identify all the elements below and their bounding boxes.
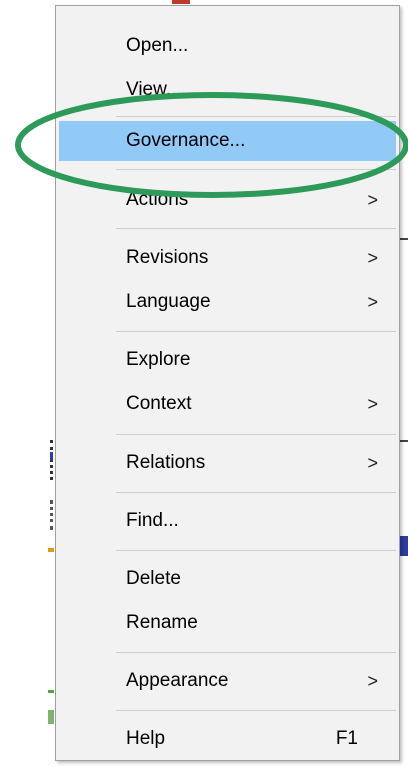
menu-separator (116, 169, 396, 170)
menu-item-label: Find... (126, 510, 179, 531)
submenu-arrow-icon: > (367, 247, 378, 268)
menu-separator (116, 652, 396, 653)
menu-item-label: Relations (126, 452, 206, 473)
submenu-arrow-icon: > (367, 452, 378, 473)
menu-item-label: Rename (126, 612, 198, 633)
background-window-fragment (48, 548, 54, 552)
menu-item-label: Language (126, 291, 211, 312)
menu-item-view[interactable]: View... (59, 70, 396, 110)
background-window-fragment (172, 0, 190, 4)
menu-item-label: Actions (126, 189, 189, 210)
menu-item-find[interactable]: Find... (59, 501, 396, 541)
menu-item-language[interactable]: Language > (59, 282, 396, 322)
menu-separator (116, 492, 396, 493)
menu-item-label: Help (126, 728, 166, 749)
shortcut-label: F1 (335, 728, 358, 749)
menu-item-label: Revisions (126, 247, 209, 268)
menu-item-label: Context (126, 393, 192, 414)
submenu-arrow-icon: > (367, 670, 378, 691)
menu-item-label: Appearance (126, 670, 229, 691)
menu-item-context[interactable]: Context > (59, 384, 396, 424)
menu-item-label: Explore (126, 349, 191, 370)
menu-item-governance[interactable]: Governance... (59, 121, 396, 161)
menu-item-appearance[interactable]: Appearance > (59, 661, 396, 701)
background-window-fragment (400, 536, 408, 556)
background-window-fragment (50, 452, 53, 460)
menu-separator (116, 331, 396, 332)
menu-item-revisions[interactable]: Revisions > (59, 238, 396, 278)
submenu-arrow-icon: > (367, 189, 378, 210)
menu-separator (116, 550, 396, 551)
menu-separator (116, 116, 396, 117)
menu-item-explore[interactable]: Explore (59, 340, 396, 380)
menu-item-label: Delete (126, 568, 181, 589)
menu-item-relations[interactable]: Relations > (59, 443, 396, 483)
background-window-fragment (48, 710, 54, 724)
menu-item-label: View... (126, 79, 182, 100)
menu-item-actions[interactable]: Actions > (59, 180, 396, 220)
submenu-arrow-icon: > (367, 393, 378, 414)
background-window-fragment (48, 690, 54, 693)
menu-separator (116, 710, 396, 711)
submenu-arrow-icon: > (367, 291, 378, 312)
menu-separator (116, 434, 396, 435)
context-menu: Open... View... Governance... Actions > … (55, 5, 400, 761)
menu-item-label: Open... (126, 35, 189, 56)
screenshot-stage: Open... View... Governance... Actions > … (0, 0, 408, 766)
menu-item-help[interactable]: Help F1 (59, 719, 396, 759)
menu-item-rename[interactable]: Rename (59, 603, 396, 643)
menu-item-label: Governance... (126, 130, 246, 151)
menu-separator (116, 228, 396, 229)
menu-item-delete[interactable]: Delete (59, 559, 396, 599)
menu-item-open[interactable]: Open... (59, 26, 396, 66)
